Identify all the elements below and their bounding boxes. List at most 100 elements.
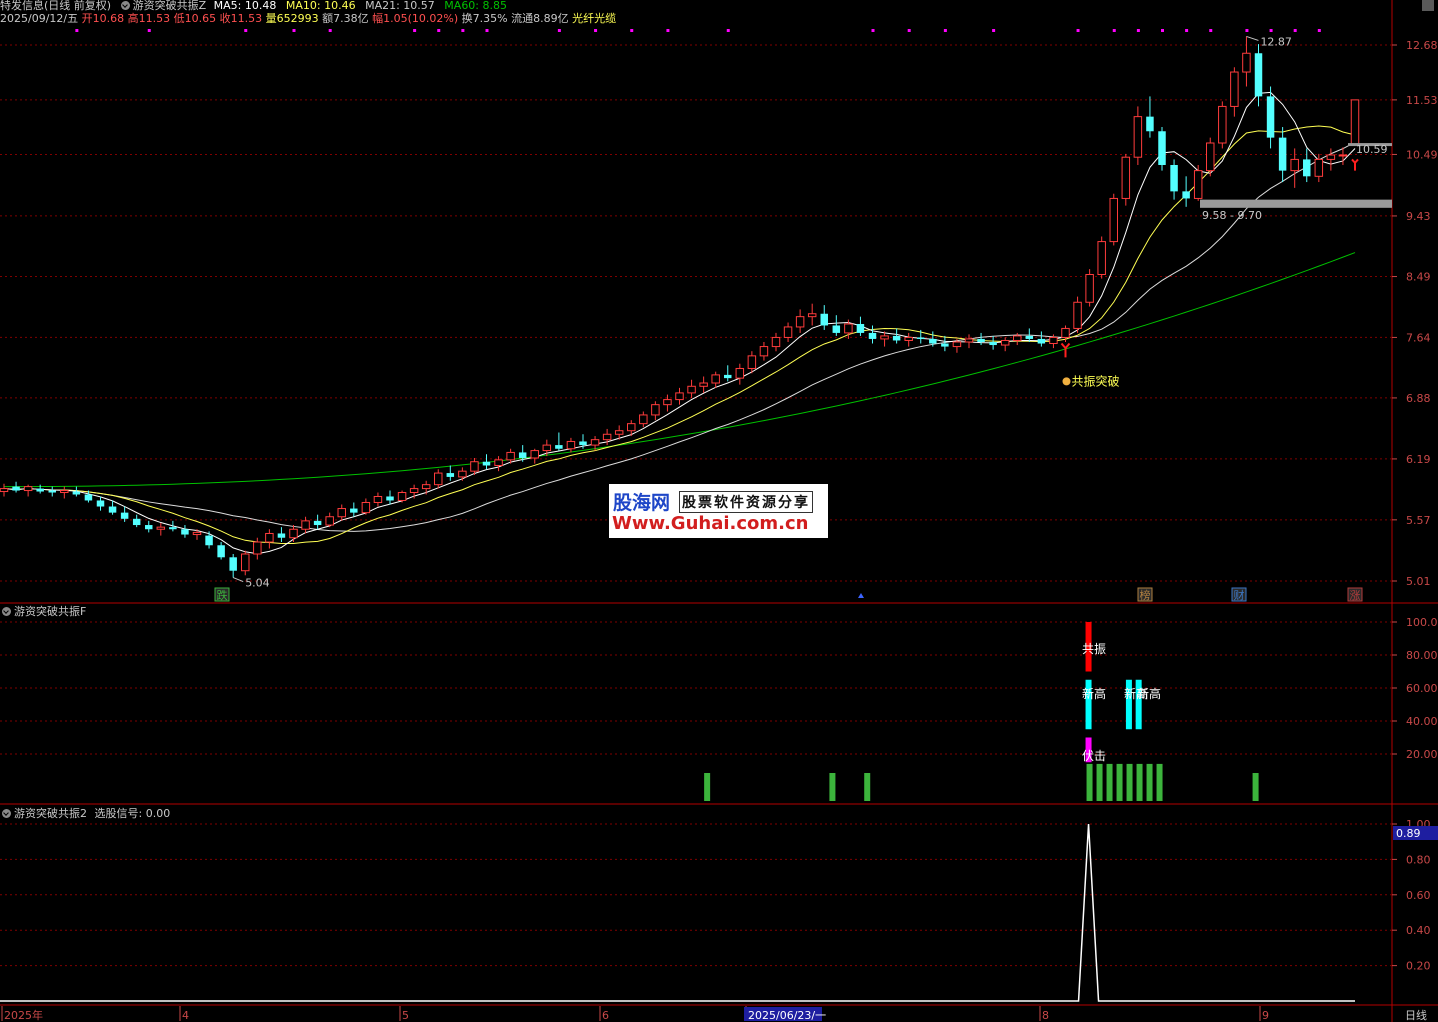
quote-concept[interactable]: 光纤光缆	[572, 12, 616, 25]
stock-name: 特发信息(日线 前复权)	[0, 0, 112, 12]
candle-body-down	[917, 337, 925, 339]
event-dot	[1185, 29, 1189, 32]
y-tick-label: 9.43	[1406, 210, 1431, 223]
event-dot	[557, 29, 561, 32]
candle-body-down	[96, 500, 105, 507]
quote-volume: 量652993	[265, 12, 319, 25]
candle-body-up	[651, 404, 660, 416]
candle-body-up	[1133, 116, 1143, 158]
quote-float: 流通8.89亿	[511, 12, 569, 25]
candle-body-down	[1303, 159, 1311, 177]
indicator1-title: 游资突破共振F	[2, 605, 86, 618]
candle-body-up	[1314, 158, 1324, 177]
guhai-watermark[interactable]: 股海网 股票软件资源分享 Www.Guhai.com.cn	[609, 484, 828, 538]
candle-body-up	[807, 313, 817, 318]
quote-change: 幅1.05(10.02%)	[372, 12, 459, 25]
y-tick-label: 8.49	[1406, 271, 1431, 284]
indicator2-name[interactable]: 游资突破共振2	[14, 807, 87, 820]
indicator1-name[interactable]: 游资突破共振F	[14, 605, 86, 618]
quote-open: 开10.68	[81, 12, 125, 25]
watermark-logo: 股海网	[613, 492, 671, 514]
event-dot	[943, 29, 947, 32]
candle-body-up	[506, 451, 515, 461]
event-dot	[726, 29, 730, 32]
event-dot	[244, 29, 248, 32]
event-dot	[485, 29, 489, 32]
quote-close: 收11.53	[219, 12, 263, 25]
x-tick-label: 2025年	[4, 1008, 43, 1022]
quote-date: 2025/09/12/五	[0, 12, 79, 25]
candle-body-down	[724, 374, 732, 379]
event-dot	[413, 29, 417, 32]
candle-body-up	[1230, 71, 1239, 107]
candle-body-up	[952, 341, 962, 348]
event-dot	[1209, 29, 1213, 32]
candle-body-up	[602, 433, 612, 441]
formula-dropdown-icon[interactable]	[120, 1, 130, 10]
candle-body-up	[627, 423, 636, 432]
candle-body-down	[145, 525, 153, 530]
candle-body-up	[1085, 274, 1094, 303]
candle-body-up	[795, 316, 805, 328]
quote-bar: 2025/09/12/五 开10.68 高11.53 低10.65 收11.53…	[0, 12, 616, 25]
ma60-label: MA60: 8.85	[444, 0, 508, 12]
event-marker-label: 跌	[217, 588, 228, 602]
candle-body-up	[458, 470, 467, 478]
event-dot	[992, 29, 996, 32]
candle-body-down	[12, 486, 20, 491]
candle-body-up	[687, 385, 696, 394]
event-dot	[75, 29, 79, 32]
formula-name[interactable]: 游资突破共振Z	[133, 0, 207, 12]
candle-body-down	[120, 512, 129, 519]
price-tag-label: 10.59	[1356, 143, 1388, 156]
candle-body-up	[1109, 197, 1118, 243]
event-dot	[1269, 29, 1273, 32]
candle-body-down	[579, 441, 587, 446]
candle-body-up	[675, 392, 684, 401]
candle-body-down	[832, 325, 841, 333]
candle-body-down	[892, 335, 901, 341]
event-dot	[1293, 29, 1297, 32]
candle-body-down	[856, 323, 865, 333]
x-tick-label: 9	[1262, 1009, 1269, 1022]
indicator-bar	[864, 773, 871, 801]
green-bar	[1156, 763, 1163, 801]
event-dot	[1112, 29, 1116, 32]
candle-body-up	[783, 326, 793, 338]
candle-body-up	[265, 532, 274, 543]
candle-body-down	[229, 557, 237, 571]
indicator1-dropdown-icon[interactable]	[2, 607, 11, 616]
candle-body-down	[217, 545, 225, 558]
ma21-label: MA21: 10.57	[365, 0, 435, 12]
gongzhen-label: 共振	[1082, 642, 1106, 656]
y-tick-label: 12.68	[1406, 39, 1438, 52]
close-icon[interactable]	[1422, 0, 1434, 11]
candle-body-up	[566, 440, 576, 450]
candle-body-down	[929, 338, 937, 344]
y-tick-label: 10.49	[1406, 148, 1438, 161]
y-tick-label: 40.00	[1406, 715, 1438, 728]
candle-body-up	[301, 520, 310, 530]
candle-body-up	[289, 528, 298, 539]
x-tick-label: 5	[402, 1009, 409, 1022]
candle-body-up	[409, 488, 419, 494]
candle-body-down	[820, 313, 828, 326]
candle-body-down	[977, 338, 985, 342]
indicator2-dropdown-icon[interactable]	[2, 809, 11, 818]
candle-body-up	[1193, 170, 1203, 199]
green-bar	[1086, 763, 1093, 801]
candle-body-down	[1146, 116, 1154, 132]
candle-body-up	[361, 501, 371, 514]
candle-body-up	[904, 336, 913, 341]
event-dot	[871, 29, 875, 32]
candle-body-down	[446, 473, 455, 477]
candle-body-up	[1013, 335, 1022, 341]
candle-body-up	[156, 526, 166, 530]
candle-body-down	[941, 343, 949, 347]
candle-body-down	[48, 490, 56, 493]
event-marker-label: 财	[1234, 588, 1245, 602]
candle-body-down	[1025, 335, 1034, 339]
candle-body-up	[1121, 156, 1131, 199]
y-tick-label: 80.00	[1406, 649, 1438, 662]
candle-body-up	[241, 553, 250, 572]
